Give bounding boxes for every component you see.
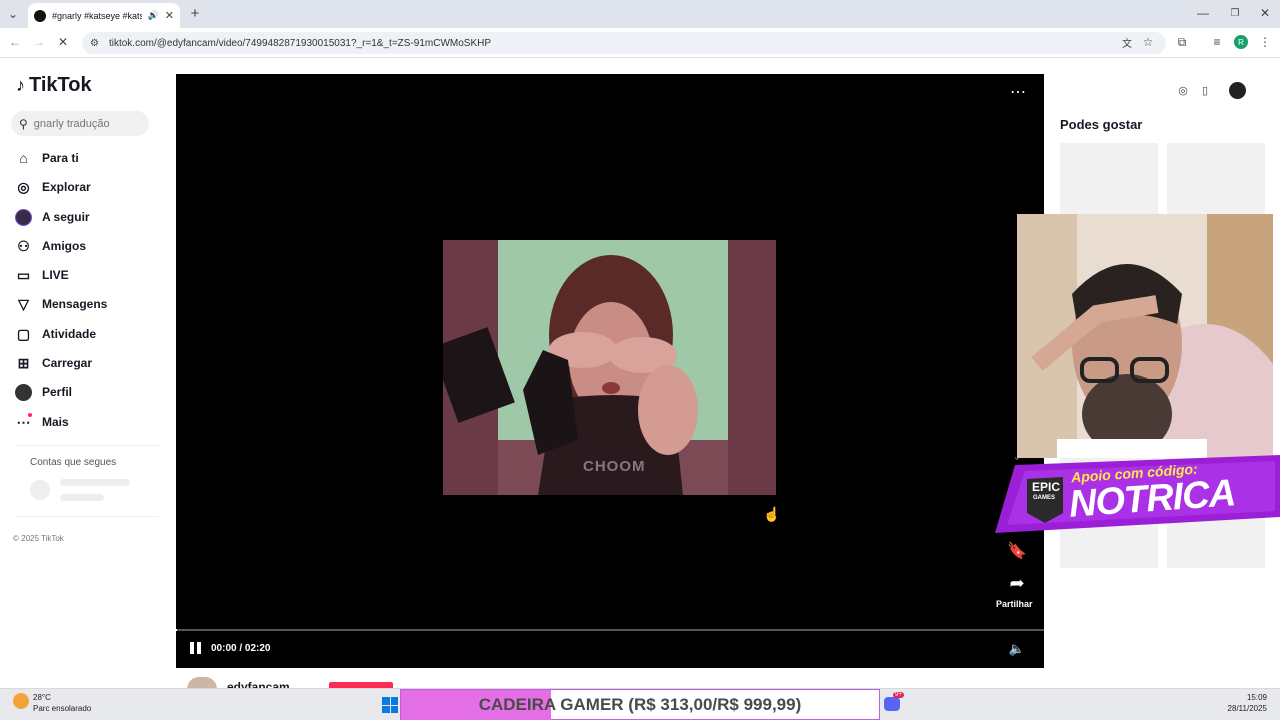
discord-icon[interactable]: [884, 697, 900, 711]
profile-avatar-icon: [15, 383, 32, 401]
video-thumbnail-image: [443, 240, 776, 495]
sidebar-item-label: LIVE: [42, 268, 69, 282]
video-time: 00:00 / 02:20: [211, 643, 271, 654]
epic-logo-subtext: GAMES: [1033, 495, 1056, 501]
tiktok-favicon-icon: [34, 9, 46, 22]
donation-goal-text: CADEIRA GAMER (R$ 313,00/R$ 999,99): [478, 694, 802, 714]
webcam-overlay: [1017, 214, 1273, 458]
restore-icon[interactable]: ❐: [1228, 6, 1242, 20]
divider: [15, 445, 159, 446]
friends-icon: ⚇: [17, 237, 30, 254]
following-accounts-title: Contas que segues: [30, 457, 117, 468]
copyright: © 2025 TikTok: [13, 534, 64, 543]
tab-title: #gnarly #katseye #katseye_: [52, 10, 142, 21]
volume-icon[interactable]: 🔈: [1008, 640, 1026, 658]
sidebar-item-para-ti[interactable]: ⌂ Para ti: [15, 146, 155, 170]
logo-text: TikTok: [29, 74, 92, 96]
sidebar-item-label: A seguir: [42, 210, 90, 224]
account-skeleton-line: [60, 479, 130, 486]
new-tab-icon[interactable]: +: [188, 5, 202, 22]
sidebar-item-mais[interactable]: ⋯ Mais: [15, 410, 155, 434]
video-frame: CHOOM: [443, 240, 776, 495]
search-box[interactable]: ⚲: [11, 111, 149, 136]
sidebar-item-label: Perfil: [42, 385, 73, 399]
window-close-icon[interactable]: ✕: [1258, 6, 1272, 20]
speaker-icon[interactable]: 🔊: [148, 10, 159, 21]
creator-code-banner: EPIC GAMES Apoio com código: NOTRICA: [995, 455, 1280, 537]
share-label: Partilhar: [996, 599, 1033, 609]
sidebar-item-label: Explorar: [42, 180, 91, 194]
extensions-icon[interactable]: ⧉: [1175, 35, 1189, 49]
pause-icon[interactable]: [190, 642, 204, 656]
user-avatar[interactable]: [1229, 82, 1246, 99]
share-icon[interactable]: ➦: [1006, 572, 1028, 594]
url-text: tiktok.com/@edyfancam/video/749948287193…: [108, 37, 492, 49]
stop-reload-icon[interactable]: ✕: [56, 35, 70, 49]
device-icon[interactable]: ▯: [1198, 83, 1212, 97]
browser-tab[interactable]: #gnarly #katseye #katseye_ 🔊 ✕: [28, 3, 180, 28]
tab-search-chevron-icon[interactable]: ⌄: [6, 7, 20, 21]
discord-badge: 9+: [893, 692, 904, 698]
sidebar-item-perfil[interactable]: Perfil: [15, 380, 155, 404]
profile-avatar[interactable]: R: [1234, 35, 1248, 49]
weather-sun-icon[interactable]: [13, 693, 29, 709]
minimize-icon[interactable]: —: [1196, 6, 1210, 20]
messages-icon: ▽: [18, 295, 29, 312]
sidebar-item-label: Amigos: [42, 239, 87, 253]
compass-icon: ◎: [17, 178, 30, 195]
activity-icon: ▢: [16, 325, 31, 342]
progress-bar[interactable]: [176, 629, 1044, 631]
video-more-icon[interactable]: ⋯: [1008, 82, 1028, 102]
forward-icon[interactable]: →: [32, 35, 46, 49]
account-skeleton-avatar: [30, 480, 50, 500]
sidebar-item-label: Mensagens: [42, 297, 108, 311]
clock-date: 28/11/2025: [1227, 704, 1267, 713]
browser-menu-icon[interactable]: ⋮: [1258, 35, 1272, 49]
site-info-icon[interactable]: ⚙: [90, 38, 99, 49]
notification-dot: [28, 413, 32, 417]
upload-icon: ⊞: [17, 354, 30, 371]
progress-fill: [176, 629, 177, 631]
weather-widget[interactable]: 28°C Parc ensolarado: [33, 692, 91, 714]
clock-time: 15:09: [1246, 693, 1267, 702]
sidebar-item-a-seguir[interactable]: A seguir: [15, 205, 155, 229]
tiktok-note-icon: ♪: [16, 75, 25, 95]
epic-logo-text: EPIC: [1032, 480, 1061, 494]
sidebar-item-explorar[interactable]: ◎ Explorar: [15, 175, 155, 199]
sidebar-item-label: Para ti: [42, 151, 79, 165]
sidebar-item-label: Mais: [42, 415, 69, 429]
bookmark-icon[interactable]: 🔖: [1007, 541, 1027, 561]
webcam-image: [1017, 214, 1273, 458]
weather-desc: Parc ensolarado: [33, 704, 92, 713]
search-input[interactable]: [33, 117, 134, 130]
sidebar-item-mensagens[interactable]: ▽ Mensagens: [15, 292, 155, 316]
sidebar-item-atividade[interactable]: ▢ Atividade: [15, 322, 155, 346]
home-icon: ⌂: [19, 150, 28, 166]
weather-temp: 28°C: [33, 693, 51, 702]
divider: [15, 516, 159, 517]
system-clock[interactable]: 15:09 28/11/2025: [1205, 692, 1267, 714]
search-icon[interactable]: ⚲: [19, 117, 28, 131]
windows-start-icon[interactable]: [382, 697, 398, 713]
following-avatar-icon: [15, 208, 32, 226]
livepix-url: livepix.gg/notrica: [570, 666, 703, 683]
mouse-cursor-icon: ☝: [763, 505, 781, 522]
tiktok-logo[interactable]: ♪ TikTok: [16, 74, 92, 97]
sidebar-item-live[interactable]: ▭ LIVE: [15, 263, 155, 287]
video-overlay-text: CHOOM: [583, 458, 646, 475]
sidebar-item-carregar[interactable]: ⊞ Carregar: [15, 351, 155, 375]
translate-icon[interactable]: 文: [1120, 35, 1134, 50]
explore-coin-icon[interactable]: ◎: [1176, 83, 1190, 97]
back-icon[interactable]: ←: [8, 35, 22, 49]
media-controls-icon[interactable]: ≡: [1210, 35, 1224, 49]
account-skeleton-line: [60, 494, 104, 501]
recommendations-title: Podes gostar: [1060, 117, 1143, 132]
sidebar-item-label: Atividade: [42, 327, 97, 341]
live-icon: ▭: [16, 266, 31, 283]
sidebar-item-amigos[interactable]: ⚇ Amigos: [15, 234, 155, 258]
sidebar-item-label: Carregar: [42, 356, 93, 370]
tab-close-icon[interactable]: ✕: [165, 9, 174, 22]
url-bar[interactable]: ⚙ tiktok.com/@edyfancam/video/7499482871…: [82, 32, 1166, 54]
bookmark-star-icon[interactable]: ☆: [1141, 35, 1155, 49]
